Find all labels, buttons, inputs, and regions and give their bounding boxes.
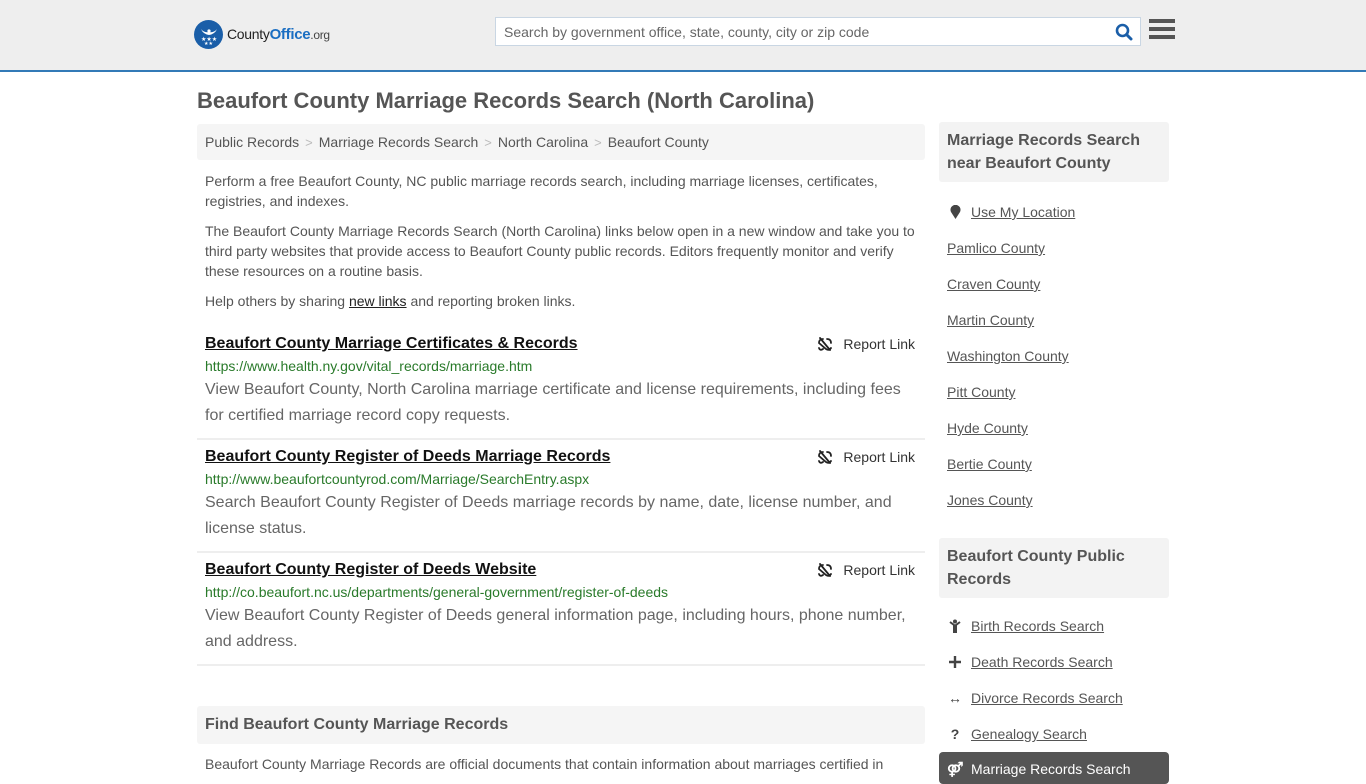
breadcrumb-north-carolina[interactable]: North Carolina	[498, 134, 588, 150]
breadcrumb-public-records[interactable]: Public Records	[205, 134, 299, 150]
intro-text: Perform a free Beaufort County, NC publi…	[197, 171, 925, 311]
public-record-item: ↔ Divorce Records Search	[947, 680, 1161, 716]
breadcrumb-separator: >	[305, 134, 313, 150]
svg-text:★★: ★★	[204, 41, 213, 46]
child-icon	[947, 619, 963, 633]
site-header: ★★★ ★★ CountyOffice.org	[0, 0, 1366, 72]
breadcrumb: Public Records > Marriage Records Search…	[197, 124, 925, 160]
nearby-county-link[interactable]: Washington County	[947, 348, 1069, 364]
result-item: Beaufort County Register of Deeds Websit…	[197, 553, 925, 666]
public-records-heading: Beaufort County Public Records	[939, 538, 1169, 598]
marriage-records-active-item[interactable]: ⚤ Marriage Records Search	[939, 752, 1169, 784]
result-item: Beaufort County Register of Deeds Marria…	[197, 440, 925, 553]
nearby-county-link[interactable]: Bertie County	[947, 456, 1032, 472]
result-url: http://co.beaufort.nc.us/departments/gen…	[205, 584, 669, 600]
nearby-item: Jones County	[947, 482, 1161, 518]
genealogy-search-link[interactable]: Genealogy Search	[971, 726, 1087, 742]
result-description: View Beaufort County Register of Deeds g…	[205, 607, 906, 650]
breadcrumb-separator: >	[594, 134, 602, 150]
nearby-item: Pitt County	[947, 374, 1161, 410]
intro-paragraph-1: Perform a free Beaufort County, NC publi…	[205, 173, 878, 209]
menu-bar	[1149, 19, 1175, 23]
menu-bar	[1149, 27, 1175, 31]
public-records-list: Birth Records Search Death Records Searc…	[939, 608, 1169, 752]
search-input[interactable]	[496, 18, 1108, 45]
report-link-button[interactable]: Report Link	[817, 336, 915, 352]
nearby-item: Martin County	[947, 302, 1161, 338]
find-records-heading: Find Beaufort County Marriage Records	[197, 706, 925, 744]
nearby-county-link[interactable]: Hyde County	[947, 420, 1028, 436]
menu-bar	[1149, 35, 1175, 39]
search-button[interactable]	[1108, 18, 1140, 45]
result-title-link[interactable]: Beaufort County Register of Deeds Marria…	[205, 448, 610, 466]
divorce-records-link[interactable]: Divorce Records Search	[971, 690, 1123, 706]
nearby-item: Hyde County	[947, 410, 1161, 446]
nearby-item: Bertie County	[947, 446, 1161, 482]
broken-link-icon	[818, 450, 833, 464]
use-location-item: Use My Location	[947, 194, 1161, 230]
question-icon: ?	[950, 726, 960, 742]
plus-icon	[947, 656, 963, 668]
search-icon	[1115, 23, 1133, 40]
use-my-location-link[interactable]: Use My Location	[971, 204, 1075, 220]
marriage-rings-icon: ⚤	[947, 761, 964, 777]
broken-link-icon	[818, 337, 833, 351]
hamburger-menu-button[interactable]	[1149, 19, 1175, 43]
public-record-item: ? Genealogy Search	[947, 716, 1161, 752]
arrows-horizontal-icon: ↔	[948, 690, 962, 706]
report-link-button[interactable]: Report Link	[817, 562, 915, 578]
sidebar: Marriage Records Search near Beaufort Co…	[939, 122, 1169, 784]
nearby-county-link[interactable]: Craven County	[947, 276, 1040, 292]
site-logo[interactable]: ★★★ ★★ CountyOffice.org	[194, 20, 330, 49]
result-title-link[interactable]: Beaufort County Marriage Certificates & …	[205, 335, 578, 353]
logo-text: CountyOffice.org	[227, 26, 330, 43]
public-record-item: Death Records Search	[947, 644, 1161, 680]
result-description: View Beaufort County, North Carolina mar…	[205, 381, 901, 424]
result-title-link[interactable]: Beaufort County Register of Deeds Websit…	[205, 561, 536, 579]
breadcrumb-marriage-records-search[interactable]: Marriage Records Search	[319, 134, 479, 150]
nearby-county-link[interactable]: Martin County	[947, 312, 1034, 328]
result-description: Search Beaufort County Register of Deeds…	[205, 494, 892, 537]
intro-paragraph-3: Help others by sharing new links and rep…	[205, 293, 576, 309]
nearby-heading: Marriage Records Search near Beaufort Co…	[939, 122, 1169, 182]
new-links-link[interactable]: new links	[349, 293, 407, 309]
eagle-stars-logo-icon: ★★★ ★★	[194, 20, 223, 49]
map-pin-icon	[947, 205, 963, 219]
report-link-button[interactable]: Report Link	[817, 449, 915, 465]
nearby-county-link[interactable]: Pitt County	[947, 384, 1015, 400]
result-url: https://www.health.ny.gov/vital_records/…	[205, 358, 533, 374]
public-record-item: Birth Records Search	[947, 608, 1161, 644]
marriage-records-link: Marriage Records Search	[971, 761, 1131, 777]
death-records-link[interactable]: Death Records Search	[971, 654, 1113, 670]
nearby-county-link[interactable]: Pamlico County	[947, 240, 1045, 256]
broken-link-icon	[818, 563, 833, 577]
search-box	[495, 17, 1141, 46]
nearby-list: Use My Location Pamlico County Craven Co…	[939, 194, 1169, 518]
breadcrumb-separator: >	[484, 134, 492, 150]
find-records-text: Beaufort County Marriage Records are off…	[205, 756, 884, 772]
nearby-item: Pamlico County	[947, 230, 1161, 266]
nearby-item: Craven County	[947, 266, 1161, 302]
birth-records-link[interactable]: Birth Records Search	[971, 618, 1104, 634]
breadcrumb-beaufort-county[interactable]: Beaufort County	[608, 134, 709, 150]
page-title: Beaufort County Marriage Records Search …	[197, 88, 815, 113]
nearby-item: Washington County	[947, 338, 1161, 374]
nearby-county-link[interactable]: Jones County	[947, 492, 1033, 508]
result-item: Beaufort County Marriage Certificates & …	[197, 327, 925, 440]
intro-paragraph-2: The Beaufort County Marriage Records Sea…	[205, 223, 915, 279]
main-content: Public Records > Marriage Records Search…	[197, 124, 925, 774]
result-url: http://www.beaufortcountyrod.com/Marriag…	[205, 471, 590, 487]
